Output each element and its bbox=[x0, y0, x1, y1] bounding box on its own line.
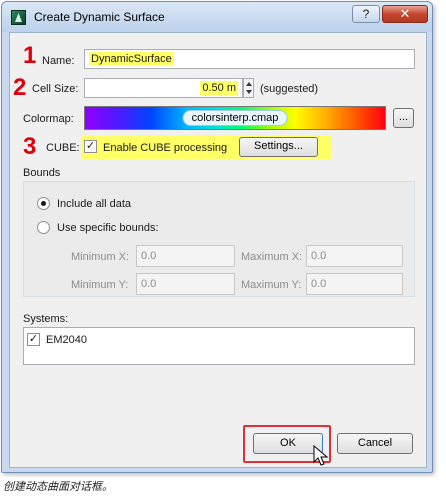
name-input[interactable]: DynamicSurface bbox=[84, 49, 415, 69]
title-bar[interactable]: Create Dynamic Surface ? ✕ bbox=[2, 2, 432, 32]
annotation-number-3: 3 bbox=[23, 133, 37, 160]
name-label: Name: bbox=[42, 55, 75, 67]
app-icon bbox=[11, 10, 26, 25]
system-checkbox[interactable]: ✓ bbox=[27, 333, 40, 346]
specific-bounds-radio[interactable] bbox=[37, 221, 50, 234]
spinner-up-icon[interactable] bbox=[246, 82, 252, 86]
figure-caption: 创建动态曲面对话框。 bbox=[3, 481, 113, 493]
cube-label: CUBE: bbox=[46, 142, 80, 154]
cellsize-input-value: 0.50 m bbox=[200, 81, 238, 95]
max-y-label: Maximum Y: bbox=[241, 279, 302, 291]
spinner-down-icon[interactable] bbox=[246, 90, 252, 94]
max-x-label: Maximum X: bbox=[241, 251, 303, 263]
cellsize-input[interactable]: 0.50 m bbox=[84, 78, 243, 98]
include-all-radio[interactable] bbox=[37, 197, 50, 210]
colormap-label: Colormap: bbox=[23, 113, 74, 125]
dialog-client-area: 1 Name: DynamicSurface 2 Cell Size: 0.50… bbox=[9, 32, 427, 468]
mouse-cursor-icon bbox=[313, 445, 329, 466]
dialog-window: Create Dynamic Surface ? ✕ 1 Name: Dynam… bbox=[1, 1, 433, 473]
min-y-input[interactable]: 0.0 bbox=[136, 273, 235, 295]
window-title: Create Dynamic Surface bbox=[34, 10, 165, 24]
system-label: EM2040 bbox=[46, 334, 87, 346]
min-y-label: Minimum Y: bbox=[71, 279, 129, 291]
list-item[interactable]: ✓ EM2040 bbox=[27, 332, 327, 348]
annotation-number-1: 1 bbox=[23, 42, 37, 69]
min-x-label: Minimum X: bbox=[71, 251, 130, 263]
systems-section-label: Systems: bbox=[23, 313, 69, 325]
max-y-input[interactable]: 0.0 bbox=[306, 273, 403, 295]
cellsize-label: Cell Size: bbox=[32, 83, 79, 95]
specific-bounds-label[interactable]: Use specific bounds: bbox=[57, 222, 159, 234]
annotation-number-2: 2 bbox=[13, 74, 27, 101]
colormap-selector[interactable]: colorsinterp.cmap bbox=[84, 106, 386, 130]
bounds-group: Include all data Use specific bounds: Mi… bbox=[23, 181, 415, 297]
systems-list[interactable]: ✓ EM2040 bbox=[23, 327, 415, 365]
cellsize-spinner[interactable] bbox=[243, 78, 254, 98]
bounds-section-label: Bounds bbox=[23, 167, 61, 179]
cube-checkbox[interactable]: ✓ bbox=[84, 140, 97, 153]
cancel-button[interactable]: Cancel bbox=[337, 433, 413, 454]
close-button[interactable]: ✕ bbox=[382, 5, 428, 23]
cube-settings-button[interactable]: Settings... bbox=[239, 137, 318, 157]
colormap-name: colorsinterp.cmap bbox=[182, 110, 288, 126]
colormap-browse-button[interactable]: ... bbox=[393, 108, 414, 128]
max-x-input[interactable]: 0.0 bbox=[306, 245, 403, 267]
cellsize-note: (suggested) bbox=[260, 83, 319, 95]
help-button[interactable]: ? bbox=[352, 5, 380, 23]
min-x-input[interactable]: 0.0 bbox=[136, 245, 235, 267]
name-input-value: DynamicSurface bbox=[89, 52, 174, 66]
cube-checkbox-label[interactable]: Enable CUBE processing bbox=[103, 142, 227, 154]
include-all-label[interactable]: Include all data bbox=[57, 198, 131, 210]
